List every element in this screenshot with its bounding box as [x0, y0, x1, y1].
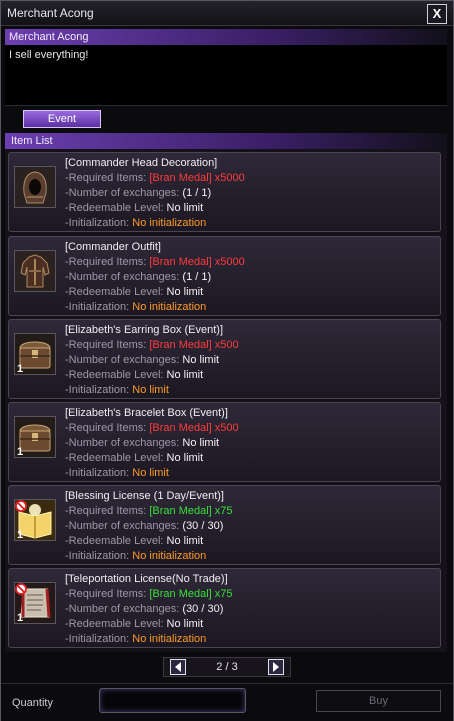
required-items-label: -Required Items: — [65, 505, 147, 517]
quantity-label: Quantity — [12, 697, 53, 709]
tab-event[interactable]: Event — [23, 110, 101, 128]
required-items-label: -Required Items: — [65, 339, 147, 351]
required-items-value: [Bran Medal] x75 — [149, 588, 233, 600]
initialization-value: No limit — [132, 467, 169, 479]
greeting-panel: I sell everything! — [5, 45, 447, 106]
initialization-value: No initialization — [132, 217, 207, 229]
exchanges-label: -Number of exchanges: — [65, 603, 180, 615]
item-slot[interactable]: 1 — [14, 582, 56, 624]
exchanges-label: -Number of exchanges: — [65, 354, 180, 366]
next-arrow-icon — [273, 662, 279, 672]
item-slot[interactable] — [14, 250, 56, 292]
level-label: -Redeemable Level: — [65, 286, 164, 298]
exchanges-value: (1 / 1) — [182, 187, 212, 199]
initialization-label: -Initialization: — [65, 633, 130, 645]
item-name: [Commander Outfit] — [65, 241, 161, 253]
pagination: 2 / 3 — [163, 657, 291, 677]
exchanges-value: (1 / 1) — [182, 271, 212, 283]
initialization-value: No limit — [132, 384, 169, 396]
no-trade-icon — [15, 500, 27, 512]
prev-arrow-icon — [175, 662, 181, 672]
quantity-input[interactable] — [99, 688, 246, 713]
purchase-bar: Quantity Buy — [1, 683, 453, 721]
item-quantity: 1 — [17, 446, 24, 458]
exchanges-label: -Number of exchanges: — [65, 437, 180, 449]
item-quantity: 1 — [17, 529, 24, 541]
item-slot[interactable]: 1 — [14, 333, 56, 375]
initialization-value: No initialization — [132, 301, 207, 313]
exchanges-value: No limit — [182, 354, 220, 366]
item-row-teleportation-license[interactable]: 1 [Teleportation License(No Trade)] -Req… — [8, 568, 441, 648]
item-slot[interactable]: 1 — [14, 499, 56, 541]
exchanges-value: No limit — [182, 437, 220, 449]
initialization-label: -Initialization: — [65, 550, 130, 562]
item-row-blessing-license[interactable]: 1 [Blessing License (1 Day/Event)] -Requ… — [8, 485, 441, 565]
initialization-label: -Initialization: — [65, 384, 130, 396]
initialization-label: -Initialization: — [65, 467, 130, 479]
required-items-label: -Required Items: — [65, 172, 147, 184]
title-bar[interactable]: Merchant Acong X — [1, 1, 453, 26]
level-label: -Redeemable Level: — [65, 618, 164, 630]
required-items-label: -Required Items: — [65, 422, 147, 434]
required-items-value: [Bran Medal] x500 — [149, 339, 239, 351]
merchant-window: Merchant Acong X Merchant Acong I sell e… — [0, 0, 454, 721]
level-value: No limit — [166, 618, 204, 630]
level-value: No limit — [166, 286, 204, 298]
required-items-value: [Bran Medal] x5000 — [149, 256, 245, 268]
item-row-commander-head-decoration[interactable]: [Commander Head Decoration] -Required It… — [8, 152, 441, 232]
item-list-header: Item List — [5, 133, 447, 149]
level-value: No limit — [166, 452, 204, 464]
required-items-value: [Bran Medal] x5000 — [149, 172, 245, 184]
item-name: [Blessing License (1 Day/Event)] — [65, 490, 224, 502]
required-items-label: -Required Items: — [65, 256, 147, 268]
exchanges-value: (30 / 30) — [182, 520, 224, 532]
buy-button[interactable]: Buy — [316, 690, 441, 712]
next-page-button[interactable] — [268, 659, 284, 675]
item-row-elizabeth-bracelet-box[interactable]: 1 [Elizabeth's Bracelet Box (Event)] -Re… — [8, 402, 441, 482]
exchanges-label: -Number of exchanges: — [65, 271, 180, 283]
item-slot[interactable] — [14, 166, 56, 208]
item-row-elizabeth-earring-box[interactable]: 1 [Elizabeth's Earring Box (Event)] -Req… — [8, 319, 441, 399]
required-items-label: -Required Items: — [65, 588, 147, 600]
exchanges-label: -Number of exchanges: — [65, 187, 180, 199]
no-trade-icon — [15, 583, 27, 595]
hood-icon — [15, 167, 55, 207]
prev-page-button[interactable] — [170, 659, 186, 675]
item-name: [Elizabeth's Bracelet Box (Event)] — [65, 407, 228, 419]
initialization-value: No initialization — [132, 550, 207, 562]
level-value: No limit — [166, 202, 204, 214]
exchanges-value: (30 / 30) — [182, 603, 224, 615]
level-label: -Redeemable Level: — [65, 369, 164, 381]
level-label: -Redeemable Level: — [65, 535, 164, 547]
window-title: Merchant Acong — [7, 6, 94, 20]
initialization-value: No initialization — [132, 633, 207, 645]
item-row-commander-outfit[interactable]: [Commander Outfit] -Required Items: [Bra… — [8, 236, 441, 316]
item-name: [Elizabeth's Earring Box (Event)] — [65, 324, 224, 336]
level-label: -Redeemable Level: — [65, 202, 164, 214]
initialization-label: -Initialization: — [65, 217, 130, 229]
npc-name-header: Merchant Acong — [5, 29, 447, 45]
close-button[interactable]: X — [427, 4, 447, 24]
item-slot[interactable]: 1 — [14, 416, 56, 458]
level-label: -Redeemable Level: — [65, 452, 164, 464]
level-value: No limit — [166, 535, 204, 547]
required-items-value: [Bran Medal] x500 — [149, 422, 239, 434]
item-name: [Commander Head Decoration] — [65, 157, 218, 169]
item-name: [Teleportation License(No Trade)] — [65, 573, 228, 585]
greeting-text: I sell everything! — [9, 49, 89, 61]
initialization-label: -Initialization: — [65, 301, 130, 313]
item-quantity: 1 — [17, 363, 24, 375]
armor-icon — [15, 251, 55, 291]
exchanges-label: -Number of exchanges: — [65, 520, 180, 532]
level-value: No limit — [166, 369, 204, 381]
required-items-value: [Bran Medal] x75 — [149, 505, 233, 517]
item-quantity: 1 — [17, 612, 24, 624]
